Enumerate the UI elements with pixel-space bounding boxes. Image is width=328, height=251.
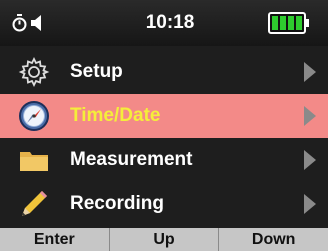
speaker-icon [31,15,41,31]
menu-item-label: Setup [70,61,123,82]
clock-time: 10:18 [145,12,195,33]
up-button[interactable]: Up [110,228,220,251]
enter-button[interactable]: Enter [0,228,110,251]
pencil-icon [22,191,47,216]
menu-item-setup[interactable]: Setup [0,50,328,94]
chevron-right-icon [304,194,316,214]
compass-clock-icon [19,101,49,131]
timer-icon [12,14,27,32]
gear-icon [18,56,50,88]
menu-item-label: Recording [70,193,164,214]
down-button[interactable]: Down [219,228,328,251]
menu-item-measurement[interactable]: Measurement [0,138,328,182]
menu-item-time-date[interactable]: Time/Date [0,94,328,138]
status-bar: 10:18 [0,0,328,46]
battery-full-icon [268,12,309,34]
device-screen: 10:18 Setup Time/Date Measurement Record… [0,0,328,251]
menu-item-recording[interactable]: Recording [0,182,328,226]
menu-item-label: Time/Date [70,105,161,126]
menu-item-label: Measurement [70,149,193,170]
chevron-right-icon [304,150,316,170]
main-menu: Setup Time/Date Measurement Recording [0,46,328,228]
chevron-right-icon [304,62,316,82]
folder-icon [20,152,48,171]
chevron-right-icon [304,106,316,126]
softkey-bar: Enter Up Down [0,228,328,251]
